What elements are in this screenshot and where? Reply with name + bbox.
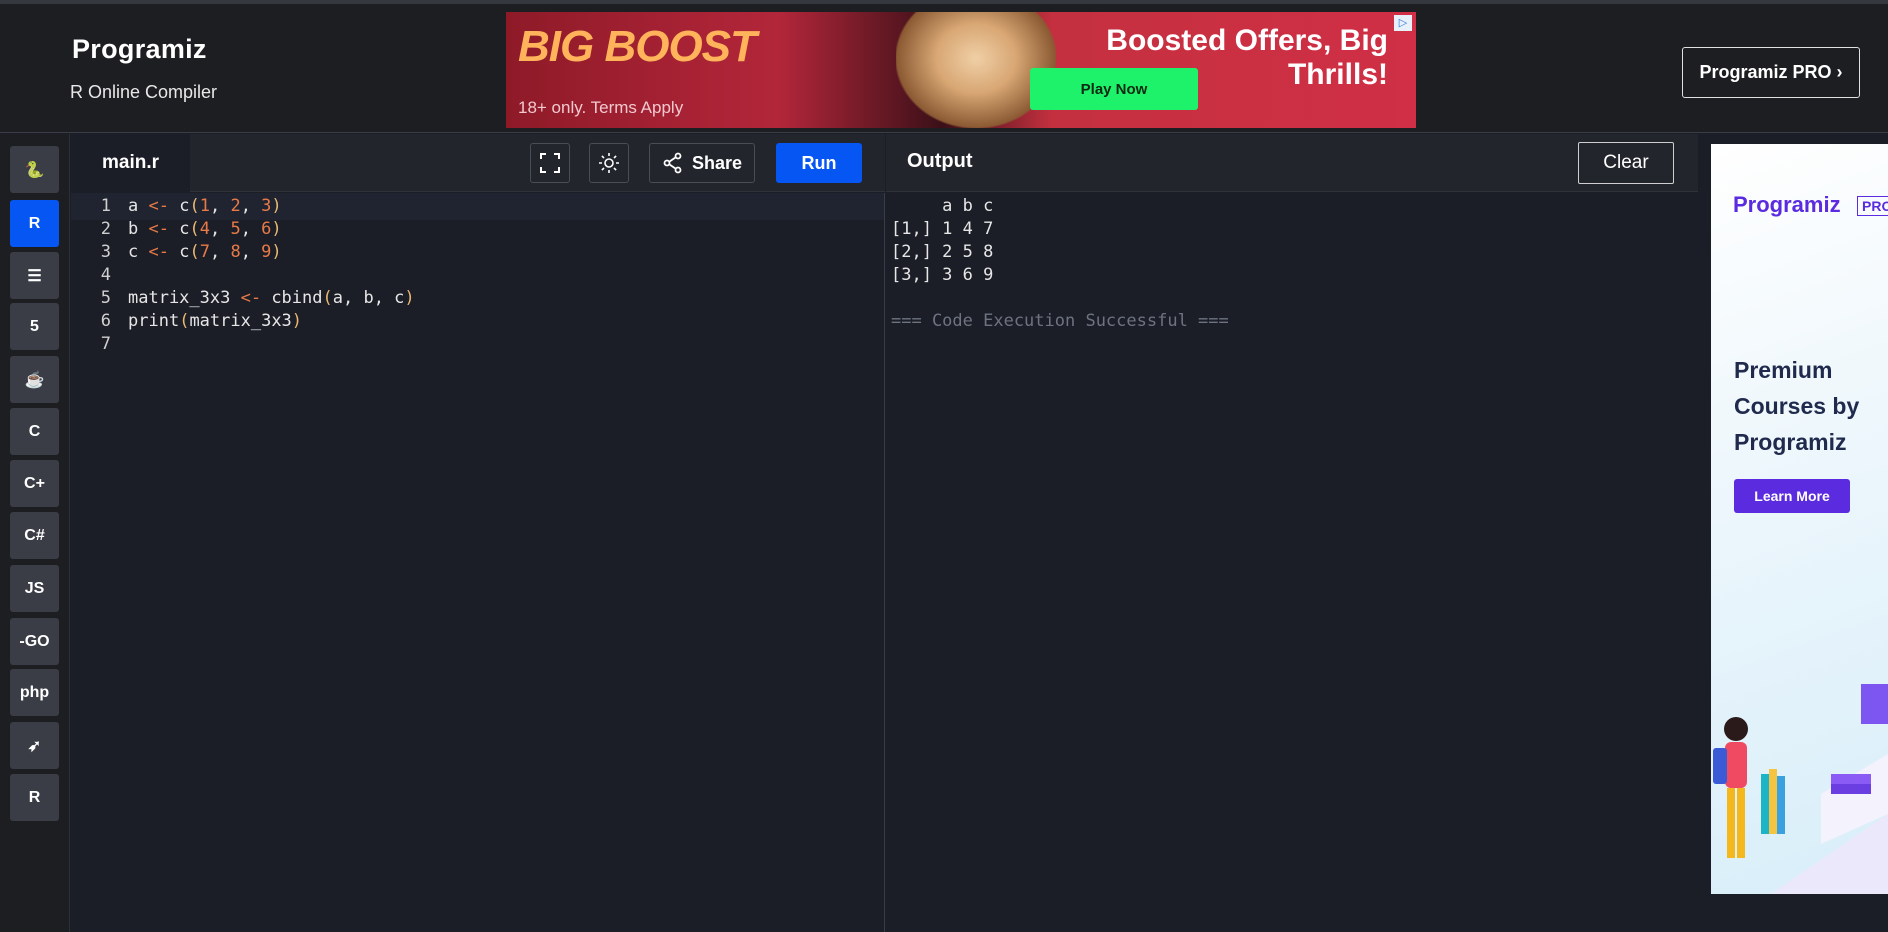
ad-brand: BIG BOOST [518, 22, 757, 71]
sidebar-lang-sql[interactable]: ☰ [10, 252, 59, 299]
sun-icon [599, 153, 619, 173]
rust-icon: R [28, 788, 41, 806]
code-editor[interactable]: 1a <- c(1, 2, 3) 2 b <- c(4, 5, 6) 3 c <- c(… [71, 193, 885, 932]
learn-more-button[interactable]: Learn More [1734, 479, 1850, 513]
php-icon: php [19, 683, 50, 701]
swift-icon: ➶ [27, 737, 42, 755]
share-icon [663, 152, 682, 174]
share-label: Share [691, 152, 743, 173]
top-ad-banner[interactable]: BIG BOOST 18+ only. Terms Apply Boosted … [506, 12, 1416, 128]
side-ad-headline: Premium Courses by Programiz [1734, 357, 1860, 455]
csharp-icon: C# [24, 526, 45, 544]
sidebar-lang-go[interactable]: -GO [10, 618, 59, 665]
sidebar-lang-rust[interactable]: R [10, 774, 59, 821]
java-icon: ☕ [24, 371, 45, 389]
fullscreen-button[interactable] [530, 143, 570, 183]
side-ad[interactable]: Programiz PRO Premium Courses by Program… [1711, 144, 1888, 894]
html5-icon: 5 [30, 317, 39, 335]
c-icon: C [28, 422, 41, 440]
side-ad-pro-tag: PRO [1857, 196, 1888, 216]
sidebar-lang-r[interactable]: R [10, 200, 59, 247]
sidebar-lang-csharp[interactable]: C# [10, 512, 59, 559]
sidebar-lang-cpp[interactable]: C+ [10, 460, 59, 507]
ad-play-now-button[interactable]: Play Now [1030, 68, 1198, 110]
editor-toolbar: main.r Share Run [71, 134, 885, 192]
go-icon: -GO [19, 632, 50, 650]
ad-offer-line1: Boosted Offers, Big [1106, 24, 1388, 57]
sidebar-lang-c[interactable]: C [10, 408, 59, 455]
right-ad-panel: Programiz PRO Premium Courses by Program… [1699, 134, 1888, 932]
js-icon: JS [24, 579, 45, 597]
sidebar-lang-javascript[interactable]: JS [10, 565, 59, 612]
page-subtitle: R Online Compiler [70, 82, 218, 102]
share-button[interactable]: Share [649, 143, 755, 183]
side-ad-logo: Programiz [1733, 192, 1841, 217]
programiz-pro-button[interactable]: Programiz PRO › [1682, 47, 1860, 98]
sidebar-lang-php[interactable]: php [10, 669, 59, 716]
adchoices-icon[interactable]: ▷ [1394, 15, 1412, 31]
code-line[interactable]: 7 [71, 331, 884, 358]
sidebar-lang-html[interactable]: 5 [10, 303, 59, 350]
r-icon: R [28, 214, 41, 232]
theme-toggle-button[interactable] [589, 143, 629, 183]
output-line: [3,] 3 6 9 [891, 265, 994, 285]
file-tab-main[interactable]: main.r [71, 134, 190, 192]
fullscreen-icon [540, 153, 560, 173]
language-sidebar: 🐍 R ☰ 5 ☕ C C+ C# JS -GO php ➶ R [0, 134, 70, 932]
run-button[interactable]: Run [776, 143, 862, 183]
cpp-icon: C+ [24, 474, 45, 492]
programiz-logo[interactable]: Programiz [72, 34, 207, 65]
database-icon: ☰ [27, 267, 42, 285]
sidebar-lang-java[interactable]: ☕ [10, 356, 59, 403]
sidebar-lang-swift[interactable]: ➶ [10, 722, 59, 769]
execution-status: === Code Execution Successful === [891, 311, 1229, 331]
output-console[interactable]: a b c [1,] 1 4 7 [2,] 2 5 8 [3,] 3 6 9 === C… [886, 193, 1698, 932]
python-icon: 🐍 [24, 161, 45, 179]
output-title: Output [907, 150, 973, 172]
output-toolbar: Output Clear [886, 134, 1698, 192]
sidebar-lang-python[interactable]: 🐍 [10, 146, 59, 193]
ad-terms: 18+ only. Terms Apply [518, 98, 684, 117]
site-header: Programiz R Online Compiler BIG BOOST 18… [0, 4, 1888, 133]
clear-button[interactable]: Clear [1578, 142, 1674, 184]
side-ad-illustration [1713, 684, 1888, 894]
line-number: 7 [100, 334, 111, 354]
